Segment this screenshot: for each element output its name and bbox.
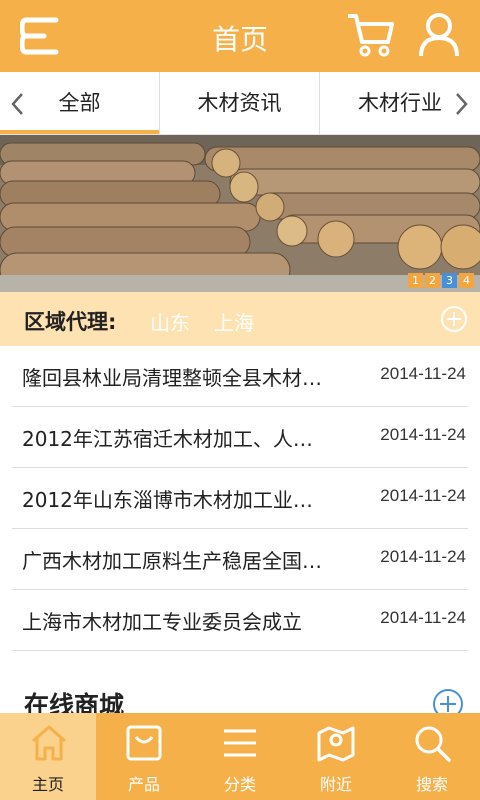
nav-label: 分类 bbox=[223, 775, 256, 794]
top-bar: 首页 bbox=[0, 0, 480, 72]
tab-wood-news[interactable]: 木材资讯 bbox=[160, 72, 319, 134]
carousel-dot-active[interactable]: 3 bbox=[442, 273, 457, 288]
news-date: 2014-11-24 bbox=[380, 364, 466, 383]
news-date: 2014-11-24 bbox=[380, 608, 466, 627]
region-agent-bar: 区域代理: 山东 上海 bbox=[0, 292, 480, 346]
tab-all[interactable]: 全部 bbox=[0, 72, 159, 134]
news-item[interactable]: 广西木材加工原料生产稳居全国… 2014-11-24 bbox=[12, 529, 468, 590]
news-title: 隆回县林业局清理整顿全县木材… bbox=[22, 366, 322, 390]
region-link-shandong[interactable]: 山东 bbox=[150, 307, 190, 336]
news-date: 2014-11-24 bbox=[380, 486, 466, 505]
plus-circle-icon[interactable] bbox=[440, 305, 468, 333]
news-item[interactable]: 2012年山东淄博市木材加工业… 2014-11-24 bbox=[12, 468, 468, 529]
nav-search[interactable]: 搜索 bbox=[384, 713, 480, 800]
search-icon bbox=[415, 726, 451, 762]
bottom-nav: 主页 产品 分类 附近 搜索 bbox=[0, 713, 480, 800]
nav-label: 产品 bbox=[127, 775, 160, 794]
news-item[interactable]: 上海市木材加工专业委员会成立 2014-11-24 bbox=[12, 590, 468, 651]
carousel-dot[interactable]: 4 bbox=[459, 273, 474, 288]
region-link-shanghai[interactable]: 上海 bbox=[214, 307, 254, 336]
carousel-indicators: 1234 bbox=[406, 269, 474, 288]
news-date: 2014-11-24 bbox=[380, 425, 466, 444]
home-icon bbox=[32, 725, 66, 761]
news-item[interactable]: 2012年江苏宿迁木材加工、人… 2014-11-24 bbox=[12, 407, 468, 468]
carousel-dot[interactable]: 2 bbox=[425, 273, 440, 288]
cart-icon[interactable] bbox=[346, 12, 394, 58]
region-label: 区域代理: bbox=[24, 310, 117, 334]
nav-label: 搜索 bbox=[415, 775, 448, 794]
chevron-right-icon[interactable] bbox=[455, 92, 469, 116]
nav-categories[interactable]: 分类 bbox=[192, 713, 288, 800]
user-icon[interactable] bbox=[418, 12, 460, 58]
category-tabs: 全部 木材资讯 木材行业 bbox=[0, 72, 480, 135]
banner-carousel[interactable]: 1234 bbox=[0, 135, 480, 292]
news-title: 2012年江苏宿迁木材加工、人… bbox=[22, 427, 313, 451]
nav-nearby[interactable]: 附近 bbox=[288, 713, 384, 800]
news-title: 2012年山东淄博市木材加工业… bbox=[22, 488, 313, 512]
nav-label: 主页 bbox=[31, 775, 64, 794]
carousel-dot[interactable]: 1 bbox=[408, 273, 423, 288]
list-icon bbox=[224, 729, 256, 757]
map-icon bbox=[317, 726, 355, 762]
news-list: 隆回县林业局清理整顿全县木材… 2014-11-24 2012年江苏宿迁木材加工… bbox=[0, 346, 480, 651]
news-date: 2014-11-24 bbox=[380, 547, 466, 566]
nav-home[interactable]: 主页 bbox=[0, 713, 96, 800]
page-title: 首页 bbox=[211, 23, 268, 56]
nav-label: 附近 bbox=[319, 775, 352, 794]
news-title: 上海市木材加工专业委员会成立 bbox=[22, 610, 302, 634]
news-title: 广西木材加工原料生产稳居全国… bbox=[22, 549, 322, 573]
nav-products[interactable]: 产品 bbox=[96, 713, 192, 800]
bag-icon bbox=[126, 725, 162, 761]
news-item[interactable]: 隆回县林业局清理整顿全县木材… 2014-11-24 bbox=[12, 346, 468, 407]
